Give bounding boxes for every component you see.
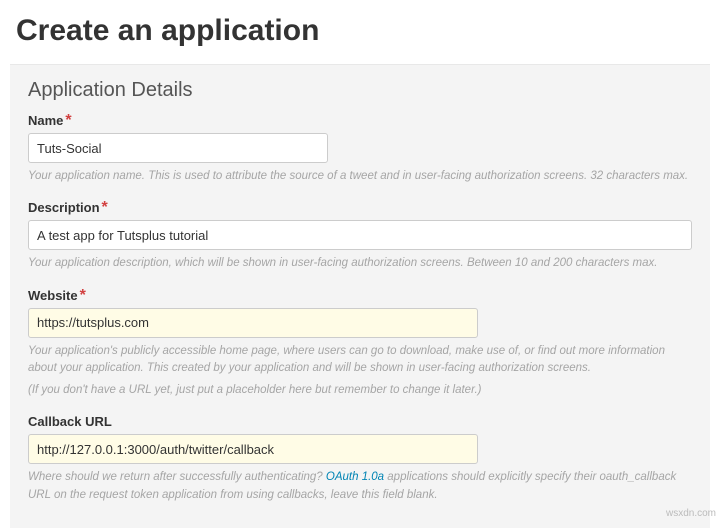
- website-required-mark: *: [80, 287, 86, 304]
- callback-input[interactable]: [28, 434, 478, 464]
- website-label: Website: [28, 288, 78, 303]
- callback-label: Callback URL: [28, 414, 112, 429]
- name-help: Your application name. This is used to a…: [28, 168, 692, 185]
- description-input[interactable]: [28, 220, 692, 250]
- website-help-1: Your application's publicly accessible h…: [28, 343, 692, 378]
- application-form: Application Details Name* Your applicati…: [10, 64, 710, 528]
- description-help: Your application description, which will…: [28, 255, 692, 272]
- description-label: Description: [28, 200, 100, 215]
- website-input[interactable]: [28, 308, 478, 338]
- page-title: Create an application: [16, 14, 720, 48]
- callback-label-wrap: Callback URL: [28, 413, 112, 430]
- section-title: Application Details: [28, 79, 692, 102]
- oauth-link[interactable]: OAuth 1.0a: [326, 471, 384, 483]
- website-label-wrap: Website*: [28, 287, 86, 304]
- name-input[interactable]: [28, 133, 328, 163]
- name-required-mark: *: [65, 112, 71, 129]
- website-help-2: (If you don't have a URL yet, just put a…: [28, 382, 692, 399]
- field-name: Name* Your application name. This is use…: [28, 112, 692, 185]
- callback-help-pre: Where should we return after successfull…: [28, 471, 326, 483]
- watermark: wsxdn.com: [666, 508, 716, 519]
- field-description: Description* Your application descriptio…: [28, 199, 692, 272]
- name-label: Name: [28, 113, 63, 128]
- field-callback: Callback URL Where should we return afte…: [28, 413, 692, 504]
- callback-help: Where should we return after successfull…: [28, 469, 692, 504]
- description-label-wrap: Description*: [28, 199, 108, 216]
- name-label-wrap: Name*: [28, 112, 72, 129]
- description-required-mark: *: [102, 199, 108, 216]
- field-website: Website* Your application's publicly acc…: [28, 287, 692, 400]
